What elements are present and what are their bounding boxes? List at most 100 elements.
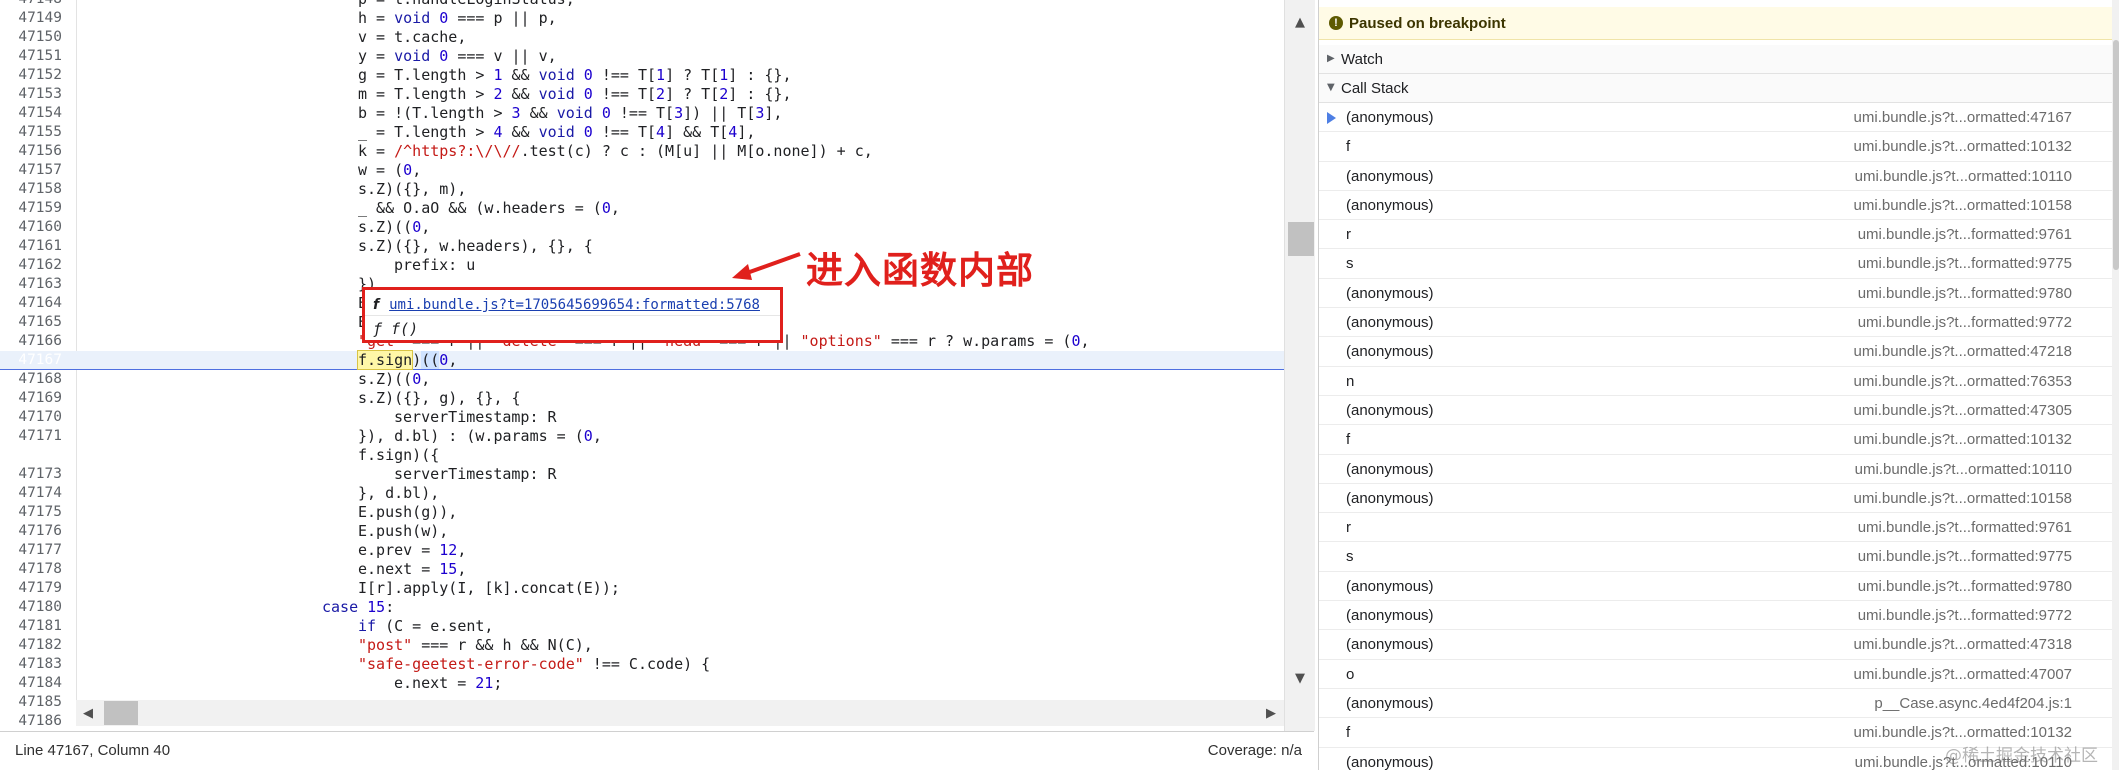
call-stack-frame[interactable]: r umi.bundle.js?t...formatted:9761 [1319, 220, 2112, 250]
scroll-right-icon[interactable]: ▶ [1259, 703, 1283, 723]
call-stack-frame[interactable]: (anonymous) umi.bundle.js?t...formatted:9… [1319, 601, 2112, 631]
function-location-link[interactable]: umi.bundle.js?t=1705645699654:formatted:… [389, 297, 760, 313]
line-number[interactable]: 47173 [0, 465, 68, 484]
line-number[interactable]: 47149 [0, 9, 68, 28]
callstack-section-header[interactable]: ▼ Call Stack [1319, 74, 2112, 103]
call-stack-frame[interactable]: (anonymous) umi.bundle.js?t...ormatted:10… [1319, 191, 2112, 221]
line-number[interactable]: 47156 [0, 142, 68, 161]
call-stack-frame[interactable]: (anonymous) umi.bundle.js?t...ormatted:10… [1319, 162, 2112, 191]
call-stack-frame[interactable]: (anonymous) umi.bundle.js?t...ormatted:47… [1319, 337, 2112, 367]
call-stack-frame[interactable]: f umi.bundle.js?t...ormatted:10132 [1319, 425, 2112, 455]
code-line[interactable]: 47177 e.prev = 12, [0, 541, 1284, 560]
code-line[interactable]: 47173 serverTimestamp: R [0, 465, 1284, 484]
line-number[interactable]: 47168 [0, 370, 68, 389]
sidebar-scroll-thumb[interactable] [2113, 40, 2119, 270]
line-number[interactable]: 47163 [0, 275, 68, 294]
code-line[interactable]: 47179 I[r].apply(I, [k].concat(E)); [0, 579, 1284, 598]
line-number[interactable]: 47179 [0, 579, 68, 598]
line-number[interactable]: 47148 [0, 0, 68, 9]
code-line[interactable]: 47171}), d.bl) : (w.params = (0, [0, 427, 1284, 446]
line-number[interactable]: 47166 [0, 332, 68, 351]
call-stack-frame[interactable]: r umi.bundle.js?t...formatted:9761 [1319, 513, 2112, 543]
line-number[interactable]: 47181 [0, 617, 68, 636]
code-line[interactable]: 47180 case 15: [0, 598, 1284, 617]
line-number[interactable]: 47178 [0, 560, 68, 579]
code-line[interactable]: 47153 m = T.length > 2 && void 0 !== T[2]… [0, 85, 1284, 104]
call-stack-frame[interactable]: (anonymous) umi.bundle.js?t...ormatted:10… [1319, 455, 2112, 484]
code-line[interactable]: 47151 y = void 0 === v || v, [0, 47, 1284, 66]
line-number[interactable]: 47182 [0, 636, 68, 655]
code-line[interactable]: 47154 b = !(T.length > 3 && void 0 !== T[… [0, 104, 1284, 123]
code-line[interactable]: 47182 "post" === r && h && N(C), [0, 636, 1284, 655]
breakpoint-line-number[interactable]: 47167 [0, 351, 68, 370]
line-number[interactable]: 47169 [0, 389, 68, 408]
code-area[interactable]: 47148 p = t.handleLoginStatus, 47149 h = vo… [0, 0, 1284, 731]
code-line[interactable]: 47160 s.Z)((0, [0, 218, 1284, 237]
line-number[interactable]: 47152 [0, 66, 68, 85]
call-stack-frame[interactable]: f umi.bundle.js?t...ormatted:10132 [1319, 132, 2112, 162]
line-number[interactable]: 47153 [0, 85, 68, 104]
code-line[interactable]: 47183 "safe-geetest-error-code" !== C.cod… [0, 655, 1284, 674]
code-line[interactable]: 47184 e.next = 21; [0, 674, 1284, 693]
watch-section-header[interactable]: ▶ Watch [1319, 45, 2112, 74]
line-number[interactable]: 47184 [0, 674, 68, 693]
code-line[interactable]: 47162 prefix: u [0, 256, 1284, 275]
line-number[interactable]: 47170 [0, 408, 68, 427]
code-line[interactable]: 47148 p = t.handleLoginStatus, [0, 0, 1284, 9]
line-number[interactable]: 47155 [0, 123, 68, 142]
code-line[interactable]: 47158 s.Z)({}, m), [0, 180, 1284, 199]
breakpoint-line-number[interactable]: 47172 [0, 446, 68, 465]
source-editor[interactable]: 47148 p = t.handleLoginStatus, 47149 h = vo… [0, 0, 1284, 731]
line-number[interactable]: 47158 [0, 180, 68, 199]
highlighted-function-call[interactable]: f.sign [356, 350, 414, 370]
call-stack-frame[interactable]: s umi.bundle.js?t...formatted:9775 [1319, 249, 2112, 279]
editor-horizontal-scrollbar[interactable]: ◀ ▶ [76, 700, 1284, 726]
call-stack-frame[interactable]: (anonymous) umi.bundle.js?t...formatted:9… [1319, 279, 2112, 309]
line-number[interactable]: 47150 [0, 28, 68, 47]
code-line[interactable]: 47174}, d.bl), [0, 484, 1284, 503]
line-number[interactable]: 47160 [0, 218, 68, 237]
call-stack-frame[interactable]: (anonymous) umi.bundle.js?t...ormatted:47… [1319, 396, 2112, 426]
line-number[interactable]: 47171 [0, 427, 68, 446]
code-line[interactable]: 47156 k = /^https?:\/\//.test(c) ? c : (M… [0, 142, 1284, 161]
line-number[interactable]: 47164 [0, 294, 68, 313]
line-number[interactable]: 47180 [0, 598, 68, 617]
call-stack-frame[interactable]: (anonymous) umi.bundle.js?t...formatted:9… [1319, 308, 2112, 338]
line-number[interactable]: 47175 [0, 503, 68, 522]
code-line[interactable]: 47150 v = t.cache, [0, 28, 1284, 47]
line-number[interactable]: 47157 [0, 161, 68, 180]
line-number[interactable]: 47186 [0, 712, 68, 731]
line-number[interactable]: 47176 [0, 522, 68, 541]
call-stack-frame[interactable]: (anonymous) umi.bundle.js?t...ormatted:47… [1319, 630, 2112, 660]
code-line[interactable]: 47155 _ = T.length > 4 && void 0 !== T[4]… [0, 123, 1284, 142]
code-line[interactable]: 47152 g = T.length > 1 && void 0 !== T[1]… [0, 66, 1284, 85]
code-line[interactable]: 47175 E.push(g)), [0, 503, 1284, 522]
line-number[interactable]: 47165 [0, 313, 68, 332]
line-number[interactable]: 47159 [0, 199, 68, 218]
line-number[interactable]: 47183 [0, 655, 68, 674]
code-line[interactable]: 47169 s.Z)({}, g), {}, { [0, 389, 1284, 408]
call-stack-frame[interactable]: o umi.bundle.js?t...ormatted:47007 [1319, 660, 2112, 689]
call-stack-frame[interactable]: (anonymous) umi.bundle.js?t...ormatted:10… [1319, 484, 2112, 514]
line-number[interactable]: 47162 [0, 256, 68, 275]
current-execution-line[interactable]: 47167 f.sign)((0, [0, 350, 1284, 370]
code-line[interactable]: 47172 f.sign)({ [0, 446, 1284, 465]
code-line[interactable]: 47178 e.next = 15, [0, 560, 1284, 579]
call-stack-frame[interactable]: (anonymous) umi.bundle.js?t...formatted:9… [1319, 572, 2112, 602]
call-stack-frame[interactable]: n umi.bundle.js?t...ormatted:76353 [1319, 367, 2112, 396]
code-line[interactable]: 47159 _ && O.aO && (w.headers = (0, [0, 199, 1284, 218]
scroll-up-icon[interactable]: ▲ [1285, 12, 1315, 32]
vertical-scroll-thumb[interactable] [1288, 222, 1314, 256]
code-line[interactable]: 47149 h = void 0 === p || p, [0, 9, 1284, 28]
code-line[interactable]: 47168 s.Z)((0, [0, 370, 1284, 389]
code-line[interactable]: 47170 serverTimestamp: R [0, 408, 1284, 427]
line-number[interactable]: 47177 [0, 541, 68, 560]
code-line[interactable]: 47157 w = (0, [0, 161, 1284, 180]
code-line[interactable]: 47176 E.push(w), [0, 522, 1284, 541]
code-line[interactable]: 47161 s.Z)({}, w.headers), {}, { [0, 237, 1284, 256]
sidebar-scrollbar[interactable] [2112, 0, 2119, 770]
code-line[interactable]: 47181 if (C = e.sent, [0, 617, 1284, 636]
scroll-left-icon[interactable]: ◀ [76, 703, 100, 723]
coverage-status[interactable]: Coverage: n/a [1208, 742, 1302, 759]
line-number[interactable]: 47185 [0, 693, 68, 712]
